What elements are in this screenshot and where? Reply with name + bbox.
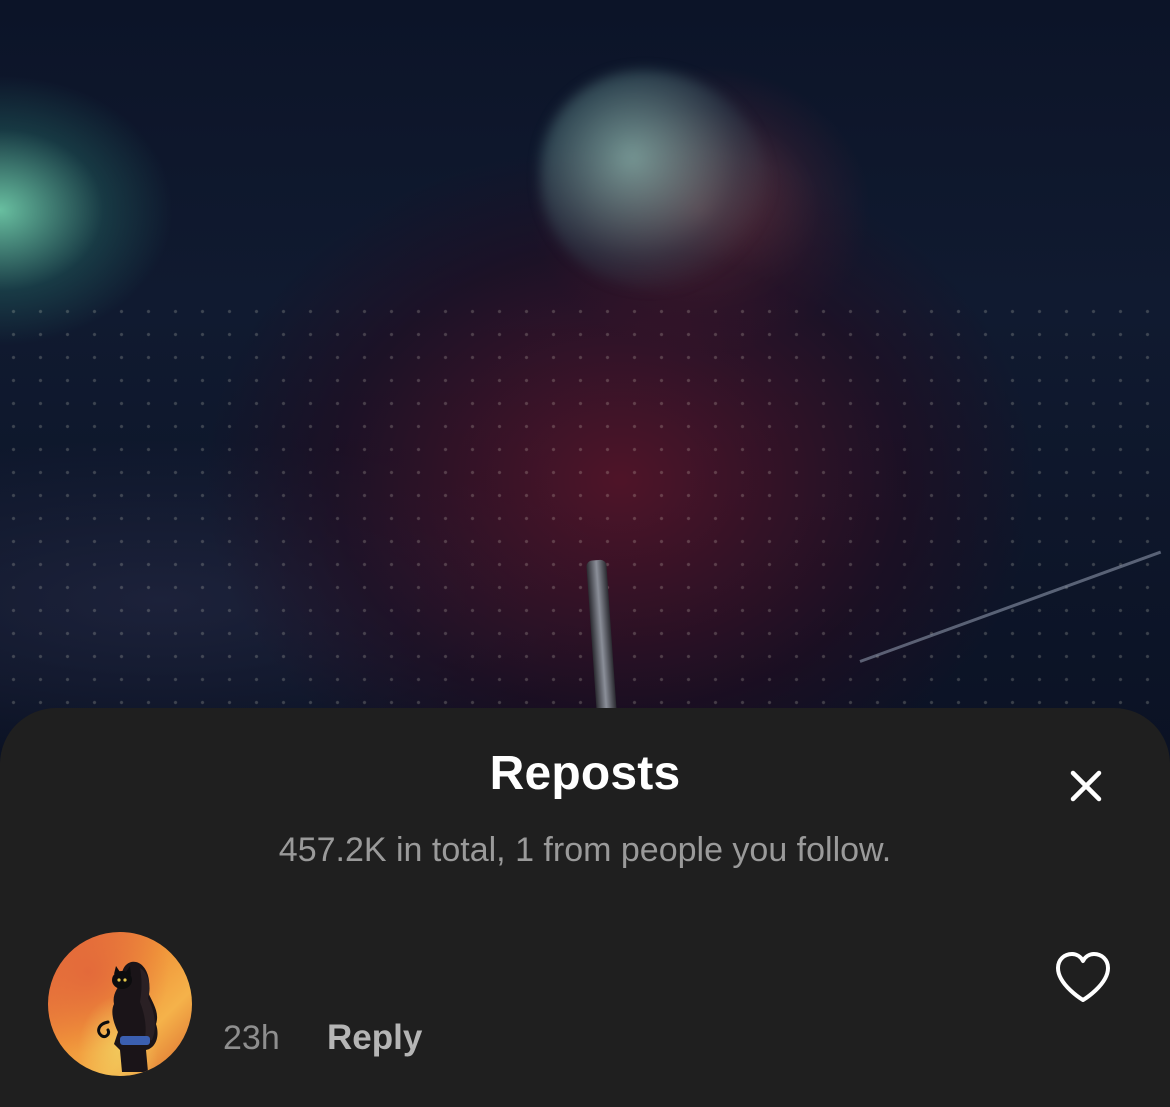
performer-figure: [540, 70, 770, 290]
repost-summary: 457.2K in total, 1 from people you follo…: [278, 831, 892, 869]
heart-outline-icon: [1056, 952, 1110, 1002]
reply-button[interactable]: Reply: [327, 1016, 422, 1060]
avatar[interactable]: [48, 932, 192, 1076]
crowd-lights: [0, 300, 1170, 720]
avatar-image: [97, 961, 158, 1072]
background-video-frame[interactable]: [0, 0, 1170, 760]
repost-time: 23h: [223, 1019, 280, 1057]
close-icon: [1070, 770, 1102, 802]
screen: Reposts 457.2K in total, 1 from people y…: [0, 0, 1170, 1107]
close-button[interactable]: [1060, 760, 1112, 812]
sheet-title: Reposts: [489, 747, 681, 800]
like-button[interactable]: [1052, 947, 1114, 1009]
